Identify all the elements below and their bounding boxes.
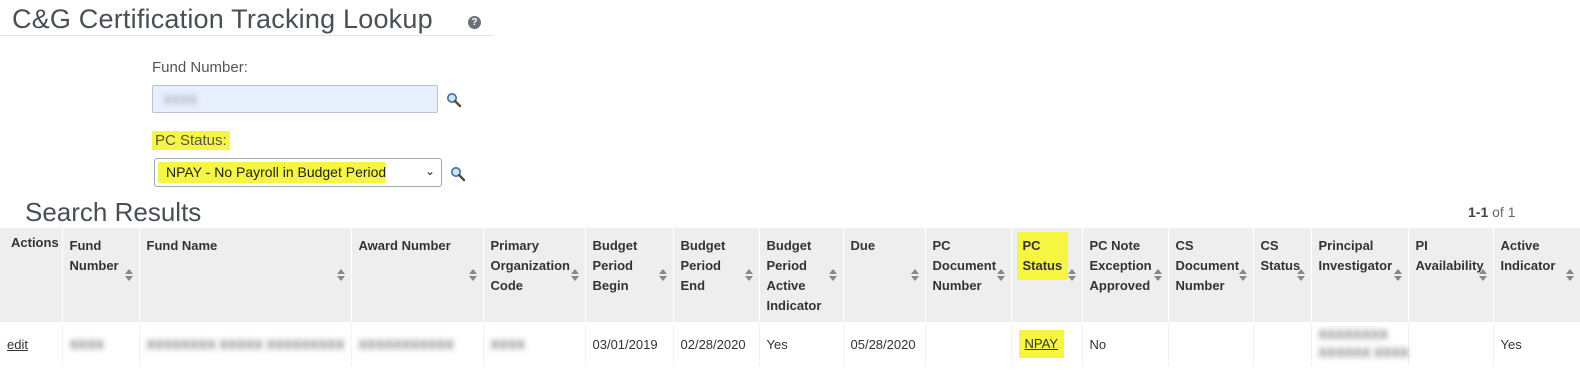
- col-label: Active Indicator: [1500, 238, 1556, 273]
- pager-total: of 1: [1488, 204, 1516, 220]
- col-label: Award Number: [358, 238, 451, 253]
- chevron-down-icon: ⌄: [424, 164, 435, 178]
- pc-status-link[interactable]: NPAY: [1025, 336, 1058, 351]
- cell-due: 05/28/2020: [843, 322, 926, 366]
- col-header-pi-availability[interactable]: PI Availability: [1408, 228, 1494, 322]
- sort-icon[interactable]: [828, 267, 837, 283]
- col-header-cs-document-number[interactable]: CS Document Number: [1168, 228, 1254, 322]
- col-label: CS Status: [1260, 238, 1301, 273]
- col-label: Principal Investigator: [1318, 238, 1393, 273]
- cell-budget-period-begin: 03/01/2019: [585, 322, 674, 366]
- sort-icon[interactable]: [1238, 267, 1247, 283]
- col-header-due[interactable]: Due: [843, 228, 926, 322]
- col-label: Fund Number: [69, 238, 119, 273]
- col-header-actions: Actions: [0, 228, 63, 322]
- col-label: Budget Period Begin: [592, 238, 638, 293]
- cell-fund-name: XXXXXXXX XXXXX XXXXXXXXX: [139, 322, 352, 366]
- fund-number-lookup-magnifier-icon[interactable]: [446, 92, 462, 108]
- cell-cs-document-number: [1168, 322, 1254, 366]
- cell-pc-document-number: [925, 322, 1012, 366]
- pc-status-select[interactable]: NPAY - No Payroll in Budget Period ⌄: [154, 158, 442, 187]
- fund-number-label: Fund Number:: [152, 59, 248, 76]
- pi-name-line2: XXXXXX XXXX: [1318, 345, 1408, 360]
- col-label: PC Document Number: [932, 238, 997, 293]
- sort-icon[interactable]: [336, 267, 345, 283]
- cell-budget-period-end: 02/28/2020: [673, 322, 760, 366]
- col-label: Primary Organization Code: [490, 238, 570, 293]
- sort-icon[interactable]: [1565, 267, 1574, 283]
- pager-range: 1-1: [1468, 204, 1489, 220]
- col-header-primary-organization-code[interactable]: Primary Organization Code: [483, 228, 586, 322]
- sort-icon[interactable]: [1067, 267, 1076, 283]
- cell-pi-availability: [1408, 322, 1494, 366]
- title-bar: C&G Certification Tracking Lookup ?: [0, 0, 492, 36]
- sort-icon[interactable]: [1153, 267, 1162, 283]
- question-circle-icon[interactable]: ?: [468, 16, 481, 29]
- pager: 1-1 of 1: [1468, 204, 1515, 220]
- search-results-title: Search Results: [25, 197, 202, 227]
- col-header-principal-investigator[interactable]: Principal Investigator: [1311, 228, 1409, 322]
- pc-status-lookup-magnifier-icon[interactable]: [450, 166, 466, 182]
- sort-icon[interactable]: [1478, 267, 1487, 283]
- col-label: Due: [850, 238, 876, 253]
- col-header-pc-note-exception-approved[interactable]: PC Note Exception Approved: [1082, 228, 1169, 322]
- sort-icon[interactable]: [996, 267, 1005, 283]
- sort-icon[interactable]: [658, 267, 667, 283]
- col-label-highlighted: PC Status: [1016, 232, 1069, 280]
- col-label: CS Document Number: [1175, 238, 1240, 293]
- cell-cs-status: [1253, 322, 1312, 366]
- cell-pc-status: NPAY: [1011, 322, 1083, 366]
- col-header-budget-period-begin[interactable]: Budget Period Begin: [585, 228, 674, 322]
- col-label: Budget Period End: [680, 238, 726, 293]
- pc-status-label-text: PC Status:: [152, 131, 230, 150]
- cell-fund-number: XXXX: [62, 322, 140, 366]
- col-header-pc-document-number[interactable]: PC Document Number: [925, 228, 1012, 322]
- col-label: PC Note Exception Approved: [1089, 238, 1152, 293]
- pc-status-selected-value: NPAY - No Payroll in Budget Period: [158, 162, 386, 183]
- col-header-budget-period-active-indicator[interactable]: Budget Period Active Indicator: [759, 228, 844, 322]
- cell-principal-investigator: XXXXXXXX XXXXXX XXXX: [1311, 322, 1409, 366]
- col-header-cs-status[interactable]: CS Status: [1253, 228, 1312, 322]
- col-header-fund-name[interactable]: Fund Name: [139, 228, 352, 322]
- col-header-pc-status[interactable]: PC Status: [1011, 228, 1083, 322]
- edit-link[interactable]: edit: [7, 337, 28, 352]
- cell-action: edit: [0, 322, 63, 366]
- col-header-fund-number[interactable]: Fund Number: [62, 228, 140, 322]
- sort-icon[interactable]: [468, 267, 477, 283]
- sort-icon[interactable]: [124, 267, 133, 283]
- cell-award-number: XXXXXXXXXXX: [351, 322, 484, 366]
- page-title: C&G Certification Tracking Lookup: [12, 4, 433, 34]
- sort-icon[interactable]: [910, 267, 919, 283]
- col-label: PI Availability: [1415, 238, 1484, 273]
- cell-pc-note-exception: No: [1082, 322, 1169, 366]
- fund-number-value: XXXX: [163, 92, 198, 107]
- cell-budget-period-active: Yes: [759, 322, 844, 366]
- sort-icon[interactable]: [744, 267, 753, 283]
- table-row: edit XXXX XXXXXXXX XXXXX XXXXXXXXX XXXXX…: [0, 322, 1580, 366]
- col-header-award-number[interactable]: Award Number: [351, 228, 484, 322]
- cell-active-indicator: Yes: [1493, 322, 1580, 366]
- results-header-row: Actions Fund Number Fund Name Award Numb…: [0, 228, 1580, 322]
- col-label: Fund Name: [146, 238, 218, 253]
- col-header-active-indicator[interactable]: Active Indicator: [1493, 228, 1580, 322]
- results-table: Actions Fund Number Fund Name Award Numb…: [0, 228, 1580, 366]
- pi-name-line1: XXXXXXXX: [1318, 327, 1388, 342]
- col-label: Budget Period Active Indicator: [766, 238, 822, 313]
- cell-org-code: XXXX: [483, 322, 586, 366]
- pc-status-label: PC Status:: [152, 131, 230, 150]
- sort-icon[interactable]: [570, 267, 579, 283]
- sort-icon[interactable]: [1296, 267, 1305, 283]
- col-header-budget-period-end[interactable]: Budget Period End: [673, 228, 760, 322]
- sort-icon[interactable]: [1393, 267, 1402, 283]
